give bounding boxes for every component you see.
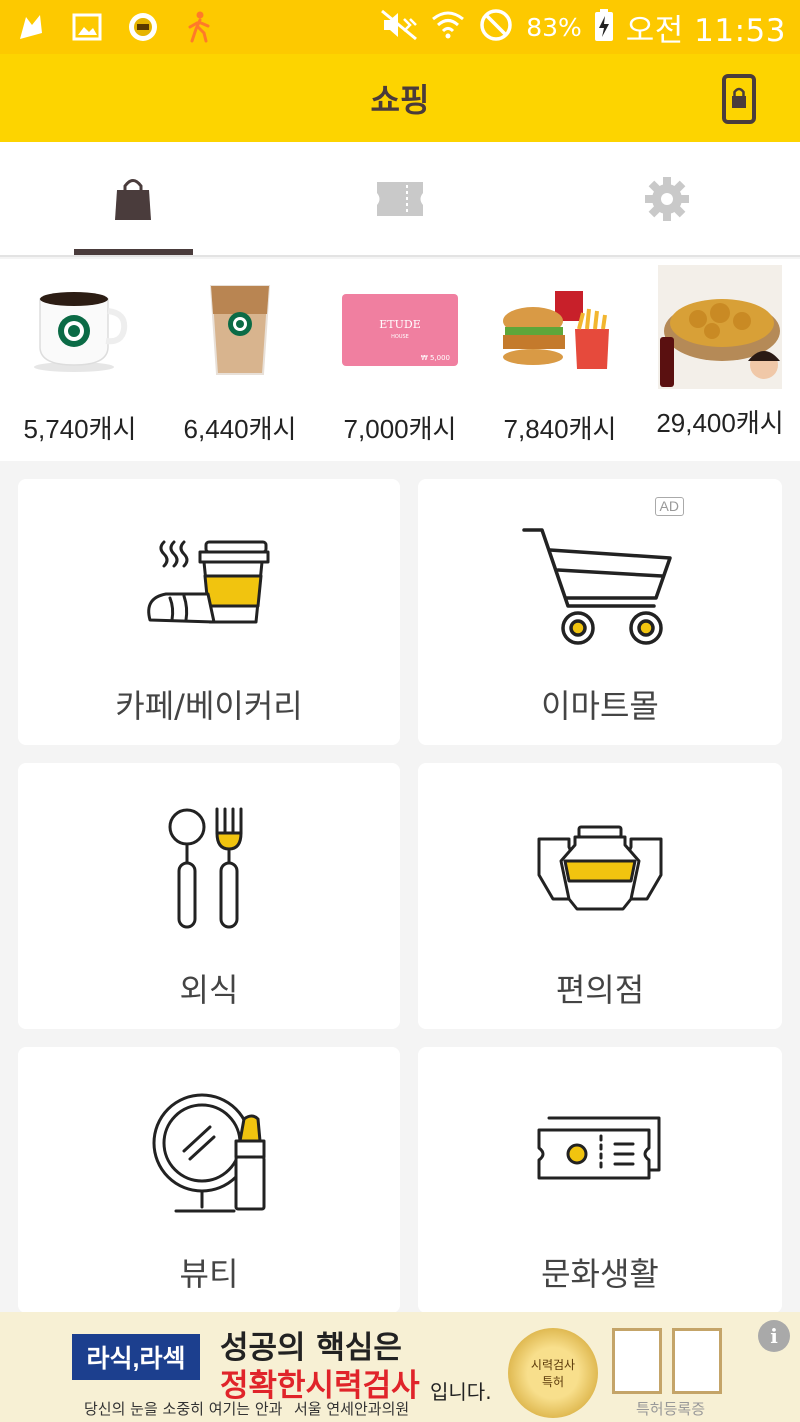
gift-card-sub: HOUSE — [391, 334, 409, 340]
tab-settings[interactable] — [533, 142, 800, 255]
product-item[interactable]: 5,740캐시 — [0, 259, 160, 461]
medal-text: 시력검사 — [530, 1358, 576, 1372]
category-label: 이마트몰 — [541, 687, 659, 725]
wifi-icon — [430, 7, 466, 47]
category-label: 문화생활 — [541, 1255, 659, 1293]
mirror-lipstick-icon — [119, 1089, 299, 1219]
category-label: 외식 — [179, 971, 239, 1009]
tab-shopping[interactable] — [0, 142, 267, 255]
shopping-cart-icon — [510, 521, 690, 651]
ad-clinic-name: 서울 연세안과의원 — [294, 1400, 410, 1418]
medal-text: 특허 — [541, 1375, 565, 1389]
iced-latte-image — [175, 265, 305, 395]
walker-icon — [182, 10, 216, 44]
status-bar: 83% 오전 11:53 — [0, 0, 800, 54]
category-cafe-bakery[interactable]: 카페/베이커리 — [18, 479, 400, 745]
product-item[interactable]: ETUDE HOUSE ₩ 5,000 7,000캐시 — [320, 259, 480, 461]
product-price: 7,000캐시 — [343, 414, 457, 444]
clock: 오전 11:53 — [625, 12, 786, 49]
category-label: 편의점 — [555, 971, 645, 1009]
ad-highlight-suffix: 입니다. — [430, 1380, 492, 1404]
info-icon: i — [770, 1324, 778, 1348]
product-item[interactable]: 7,840캐시 — [480, 259, 640, 461]
ad-tagline: 당신의 눈을 소중히 여기는 안과 — [84, 1400, 283, 1418]
category-restaurants[interactable]: 외식 — [18, 763, 400, 1029]
spoon-fork-icon — [119, 805, 299, 935]
ad-logo: 라식,라섹 — [72, 1334, 200, 1380]
do-not-disturb-icon — [478, 7, 514, 47]
product-item[interactable]: 6,440캐시 — [160, 259, 320, 461]
battery-charging-icon — [594, 8, 614, 46]
page-title: 쇼핑 — [370, 81, 430, 119]
coin-icon — [126, 10, 160, 44]
product-item[interactable]: 29,400캐시 — [640, 259, 800, 461]
mute-icon — [380, 9, 418, 45]
award-medal: 시력검사 특허 — [508, 1328, 598, 1418]
tab-bar — [0, 142, 800, 257]
ad-badge: AD — [654, 497, 684, 516]
phone-lock-icon — [722, 74, 756, 124]
app-bar: 쇼핑 — [0, 54, 800, 142]
product-price: 5,740캐시 — [23, 414, 137, 444]
category-beauty[interactable]: 뷰티 — [18, 1047, 400, 1313]
battery-percent: 83% — [526, 12, 582, 42]
patent-label: 특허등록증 — [636, 1400, 706, 1418]
ad-info-button[interactable]: i — [758, 1320, 790, 1352]
category-label: 뷰티 — [179, 1255, 239, 1293]
gift-card-value: ₩ 5,000 — [421, 354, 450, 362]
certificate-image — [672, 1328, 722, 1394]
product-price: 6,440캐시 — [183, 414, 297, 444]
gear-icon — [644, 176, 689, 221]
ad-banner[interactable]: 라식,라섹 성공의 핵심은 정확한시력검사 입니다. 당신의 눈을 소중히 여기… — [0, 1312, 800, 1422]
tickets-icon — [510, 1089, 690, 1219]
coffee-mug-image — [15, 265, 145, 395]
product-price: 7,840캐시 — [503, 414, 617, 444]
shopping-bag-icon — [115, 178, 152, 220]
gallery-icon — [70, 10, 104, 44]
category-culture[interactable]: 문화생활 — [418, 1047, 782, 1313]
fried-chicken-image — [658, 265, 782, 389]
gift-card-brand: ETUDE — [379, 318, 421, 331]
category-label: 카페/베이커리 — [115, 687, 303, 725]
tab-indicator — [74, 249, 193, 255]
jars-icon — [510, 805, 690, 935]
category-emart-mall[interactable]: AD 이마트몰 — [418, 479, 782, 745]
lock-screen-button[interactable] — [722, 74, 756, 124]
tab-coupons[interactable] — [267, 142, 534, 255]
gift-card-image: ETUDE HOUSE ₩ 5,000 — [335, 265, 465, 395]
ticket-icon — [377, 181, 423, 216]
coffee-bread-icon — [119, 521, 299, 651]
category-convenience-store[interactable]: 편의점 — [418, 763, 782, 1029]
certificate-image — [612, 1328, 662, 1394]
category-grid: 카페/베이커리 AD 이마트몰 외식 편의점 뷰티 문화생활 — [18, 479, 782, 1313]
featured-products: 5,740캐시 6,440캐시 ETUDE HOUSE ₩ 5,000 7,00… — [0, 259, 800, 461]
notification-app-icon — [14, 10, 48, 44]
burger-set-image — [495, 265, 625, 395]
product-price: 29,400캐시 — [656, 408, 784, 438]
